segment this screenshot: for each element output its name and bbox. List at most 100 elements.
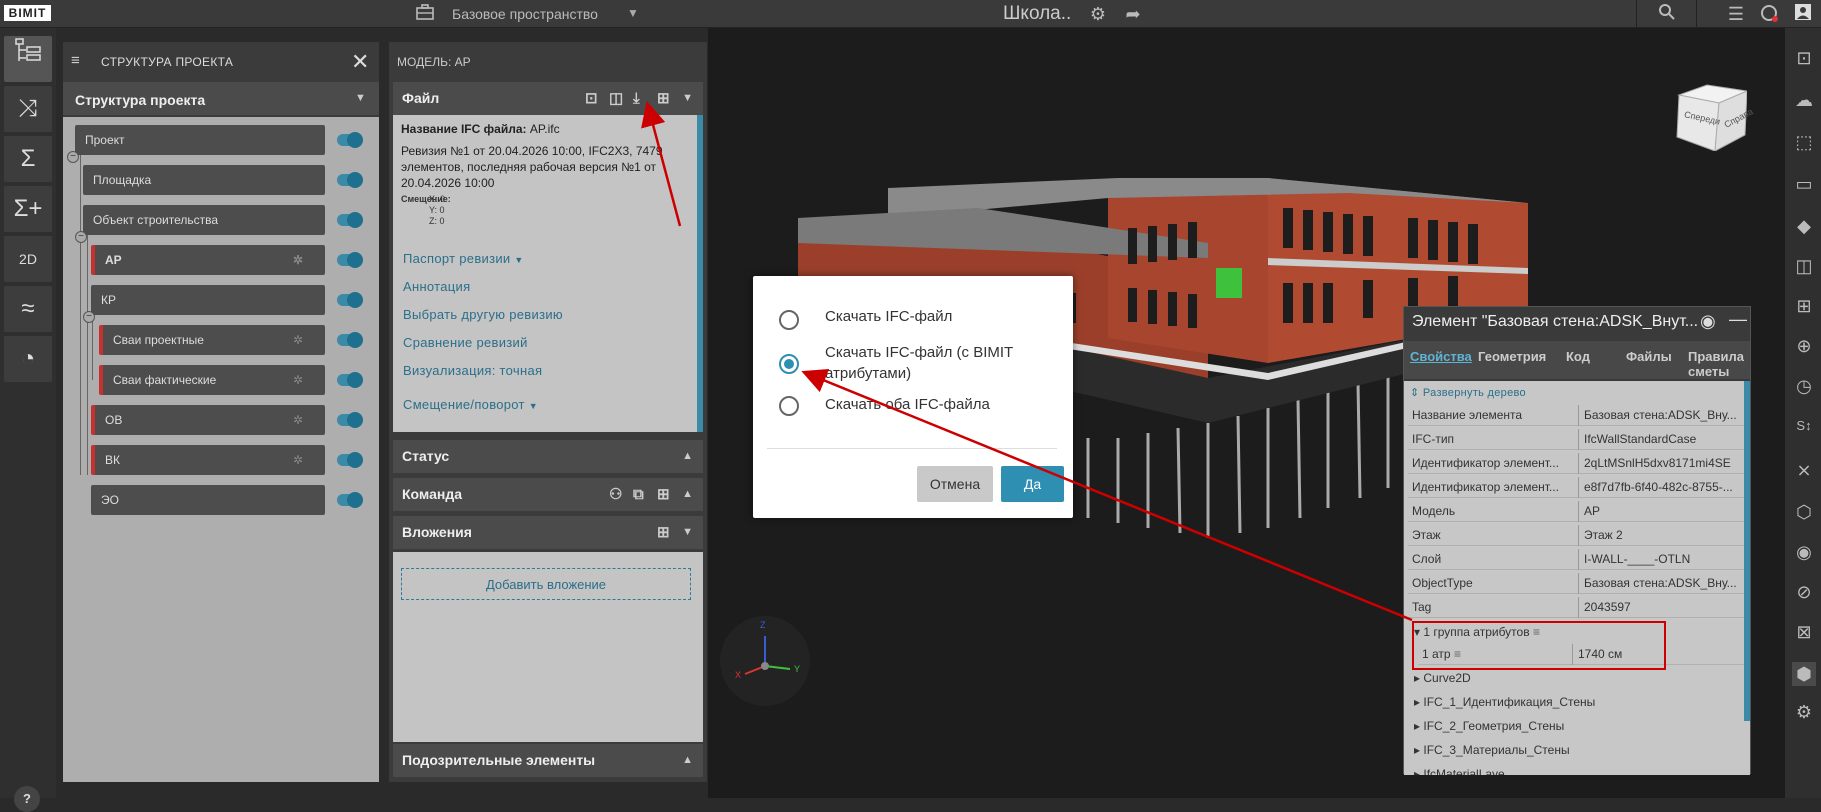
share-icon[interactable]: ➦	[1122, 3, 1144, 25]
box-icon[interactable]: ⬡	[1792, 500, 1816, 524]
confirm-button[interactable]: Да	[1001, 466, 1064, 502]
tree-node[interactable]: ОВ ✲	[91, 405, 325, 435]
ruler-icon[interactable]: ▭	[1792, 172, 1816, 196]
visibility-toggle[interactable]	[337, 132, 363, 148]
option-download-ifc-label[interactable]: Скачать IFC-файл	[825, 308, 952, 325]
add-icon[interactable]: ⊞	[657, 478, 670, 511]
expand-tree-link[interactable]: ⇕ Развернуть дерево	[1410, 386, 1526, 399]
file-section-header[interactable]: Файл ⊡ ◫ ⤓ ⊞ ▼	[393, 82, 703, 115]
compare-icon[interactable]: ◫	[609, 82, 623, 115]
radio-download-ifc[interactable]	[779, 310, 799, 330]
tree-node[interactable]: Площадка	[83, 165, 325, 195]
chevron-down-icon[interactable]: ▼	[682, 82, 693, 115]
annotation-link[interactable]: Аннотация	[403, 279, 470, 294]
chevron-up-icon[interactable]: ▲	[682, 744, 693, 777]
tree-node[interactable]: Сваи проектные ✲	[99, 325, 325, 355]
menu-icon[interactable]: ≡	[71, 52, 80, 69]
attribute-group[interactable]: ▸ IFC_2_Геометрия_Стены	[1414, 719, 1564, 733]
grid-icon[interactable]: ⊞	[1792, 294, 1816, 318]
help-button[interactable]: ?	[14, 786, 40, 812]
visibility-toggle[interactable]	[337, 332, 363, 348]
suspicious-section-header[interactable]: Подозрительные элементы ▲	[393, 744, 703, 777]
tab-geometry[interactable]: Геометрия	[1478, 349, 1546, 364]
visualization-link[interactable]: Визуализация: точная	[403, 363, 542, 378]
add-icon[interactable]: ⊞	[657, 82, 670, 115]
tree-node[interactable]: ЭО	[91, 485, 325, 515]
notification-icon[interactable]	[1758, 3, 1780, 25]
clock-icon[interactable]: ◷	[1792, 374, 1816, 398]
tree-node[interactable]: Проект	[75, 125, 325, 155]
cross-icon[interactable]: ⨯	[1792, 458, 1816, 482]
copy-icon[interactable]: ⧉	[633, 478, 644, 511]
compare-revisions-link[interactable]: Сравнение ревизий	[403, 335, 528, 350]
tree-node[interactable]: АР ✲	[91, 245, 325, 275]
scrollbar[interactable]	[1744, 381, 1750, 721]
axis-gizmo[interactable]: Z Y X	[720, 616, 810, 706]
people-icon[interactable]: ⚇	[609, 478, 622, 511]
collapse-icon[interactable]: −	[67, 151, 79, 163]
user-icon[interactable]	[1792, 3, 1814, 25]
cancel-button[interactable]: Отмена	[917, 466, 993, 502]
briefcase-icon[interactable]	[414, 3, 436, 25]
settings-icon[interactable]: ⚙	[1087, 3, 1109, 25]
tab-files[interactable]: Файлы	[1626, 349, 1672, 364]
attachments-section-header[interactable]: Вложения ⊞ ▼	[393, 516, 703, 549]
tab-code[interactable]: Код	[1566, 349, 1590, 364]
offset-rotation-link[interactable]: Смещение/поворот ▼	[403, 397, 538, 412]
team-section-header[interactable]: Команда ⚇ ⧉ ⊞ ▲	[393, 478, 703, 511]
option-download-both-label[interactable]: Скачать оба IFC-файла	[825, 396, 990, 413]
tab-properties[interactable]: Свойства	[1410, 349, 1472, 364]
visibility-toggle[interactable]	[337, 492, 363, 508]
plane-icon[interactable]: ◆	[1792, 214, 1816, 238]
minimize-icon[interactable]: —	[1729, 309, 1747, 330]
close-icon[interactable]: ✕	[351, 49, 369, 75]
visibility-toggle[interactable]	[337, 212, 363, 228]
visibility-toggle[interactable]	[337, 372, 363, 388]
bimit-logo[interactable]: BIMIT	[4, 5, 51, 21]
chevron-down-icon[interactable]: ▼	[627, 6, 639, 20]
collapse-icon[interactable]: −	[83, 311, 95, 323]
chart-icon[interactable]: ≈	[4, 286, 52, 332]
attribute-group[interactable]: ▸ IFC_1_Идентификация_Стены	[1414, 695, 1595, 709]
chevron-up-icon[interactable]: ▲	[682, 440, 693, 473]
shuffle-icon[interactable]: ⤨	[4, 86, 52, 132]
eye-icon[interactable]: ◉	[1792, 540, 1816, 564]
structure-subheader[interactable]: Структура проекта ▼	[63, 82, 379, 115]
add-attachment-button[interactable]: Добавить вложение	[401, 568, 691, 600]
tree-node[interactable]: КР	[91, 285, 325, 315]
choose-revision-link[interactable]: Выбрать другую ревизию	[403, 307, 563, 322]
2d-icon[interactable]: 2D	[4, 236, 52, 282]
download-icon[interactable]: ⤓	[633, 82, 640, 115]
visibility-toggle[interactable]	[337, 252, 363, 268]
tab-estimate-rules[interactable]: Правила сметы	[1688, 349, 1744, 379]
radio-download-ifc-bimit[interactable]	[779, 354, 799, 374]
eye-off-icon[interactable]: ⊘	[1792, 580, 1816, 604]
sigma-plus-icon[interactable]: Σ+	[4, 186, 52, 232]
option-download-ifc-bimit-label[interactable]: Скачать IFC-файл (с BIMIT атрибутами)	[825, 342, 1045, 384]
list-icon[interactable]: ☰	[1725, 3, 1747, 25]
focus-icon[interactable]: ⊡	[585, 82, 598, 115]
eye-icon[interactable]: ◉	[1700, 311, 1716, 332]
collapse-icon[interactable]: −	[75, 231, 87, 243]
tree-node[interactable]: Сваи фактические ✲	[99, 365, 325, 395]
sigma-icon[interactable]: Σ	[4, 136, 52, 182]
status-section-header[interactable]: Статус ▲	[393, 440, 703, 473]
shield-icon[interactable]: ⬢	[1792, 662, 1816, 686]
visibility-toggle[interactable]	[337, 292, 363, 308]
settings-box-icon[interactable]: ⚙	[1792, 700, 1816, 724]
chevron-up-icon[interactable]: ▲	[682, 478, 693, 511]
chevron-down-icon[interactable]: ▼	[682, 516, 693, 549]
search-icon[interactable]	[1656, 3, 1678, 25]
add-icon[interactable]: ⊞	[657, 516, 670, 549]
visibility-toggle[interactable]	[337, 412, 363, 428]
attribute-group[interactable]: ▸ IFC_3_Материалы_Стены	[1414, 743, 1570, 757]
close-box-icon[interactable]: ⊠	[1792, 620, 1816, 644]
measure-icon[interactable]: S↕	[1792, 414, 1816, 438]
radio-download-both[interactable]	[779, 396, 799, 416]
select-icon[interactable]: ⬚	[1792, 130, 1816, 154]
revision-passport-link[interactable]: Паспорт ревизии ▼	[403, 251, 524, 266]
tree-icon[interactable]	[4, 36, 52, 82]
view-cube[interactable]: Спереди Справа	[1675, 83, 1755, 152]
section-icon[interactable]: ◫	[1792, 254, 1816, 278]
chevron-down-icon[interactable]: ▼	[355, 92, 366, 104]
